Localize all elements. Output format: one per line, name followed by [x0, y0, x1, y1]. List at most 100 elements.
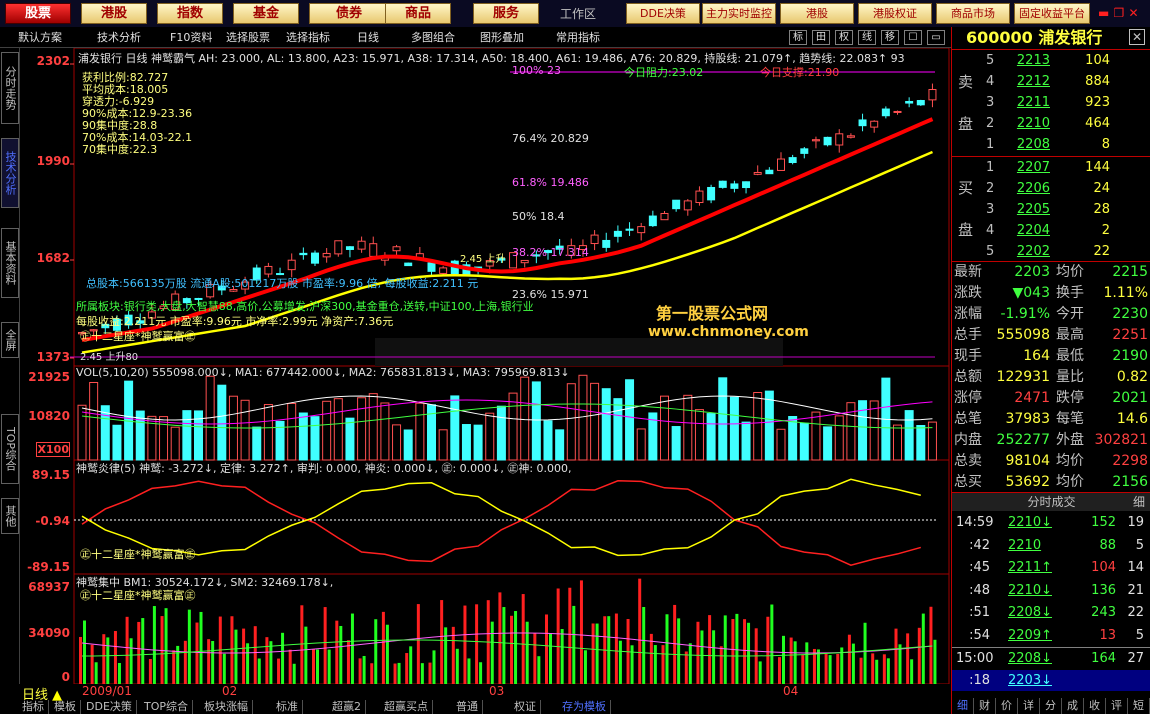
btab-warrant[interactable]: 权证	[510, 700, 541, 714]
tick-row[interactable]: :18 2203↓	[952, 669, 1150, 691]
buy-row[interactable]: 3 2205 28	[952, 199, 1150, 220]
btab-template[interactable]: 模板	[50, 700, 81, 714]
tick-row[interactable]: :54 2209↑ 13 5	[952, 625, 1150, 646]
conc-green-bar	[339, 625, 343, 684]
right-tab-5[interactable]: 成	[1062, 698, 1084, 714]
sell-row[interactable]: 2 2210 464	[952, 113, 1150, 134]
mark-icon[interactable]: 标	[789, 30, 807, 45]
conc-green-bar	[653, 645, 657, 684]
stat-label-2: 外盘	[1056, 432, 1084, 448]
select-stock-menu[interactable]: 选择股票	[226, 29, 270, 46]
stat-value: 555098	[996, 327, 1050, 343]
conc-green-bar	[712, 630, 716, 684]
window-controls[interactable]: ▬ ❐ ✕	[1098, 6, 1139, 20]
tick-row[interactable]: :42 2210 88 5	[952, 535, 1150, 556]
right-tab-3[interactable]: 详	[1018, 698, 1040, 714]
tab-hk-stock[interactable]: 港股	[81, 3, 147, 24]
f10-menu[interactable]: F10资料	[170, 29, 212, 46]
kline-chart-area[interactable]: 浦发银行 日线 神鹫霸气 AH: 23.000, AL: 13.800, A23…	[20, 48, 950, 684]
close-icon[interactable]: ✕	[1129, 29, 1145, 45]
buy-row[interactable]: 4 2204 2	[952, 220, 1150, 241]
volume-bar	[706, 413, 716, 461]
tab-fund[interactable]: 基金	[233, 3, 299, 24]
stat-value-2: 2230	[1112, 306, 1148, 322]
sell-row[interactable]: 1 2208 8	[952, 134, 1150, 155]
right-tab-8[interactable]: 短	[1128, 698, 1150, 714]
hk-warrant-button[interactable]: 港股权证	[858, 3, 932, 24]
tick-row[interactable]: :45 2211↑ 104 14	[952, 557, 1150, 578]
right-tab-7[interactable]: 评	[1106, 698, 1128, 714]
tab-top-overview[interactable]: TOP综合	[1, 414, 19, 484]
btab-chaoying-buy[interactable]: 超赢买点	[380, 700, 433, 714]
tab-index[interactable]: 指数	[157, 3, 223, 24]
tab-others[interactable]: 其他	[1, 498, 19, 534]
buy-row[interactable]: 1 2207 144	[952, 157, 1150, 178]
rights-icon[interactable]: 权	[835, 30, 853, 45]
tech-analysis-menu[interactable]: 技术分析	[97, 29, 141, 46]
panel-icon[interactable]: ▭	[927, 30, 945, 45]
sell-row[interactable]: 5 2213 104	[952, 50, 1150, 71]
price: 2211	[1016, 95, 1050, 110]
buy-row[interactable]: 5 2202 22	[952, 241, 1150, 262]
right-tab-4[interactable]: 分	[1040, 698, 1062, 714]
candle-up	[287, 259, 296, 271]
tab-intraday[interactable]: 分时走势	[1, 52, 19, 124]
tick-row[interactable]: :51 2208↓ 243 22	[952, 602, 1150, 623]
window-icon[interactable]: ☐	[904, 30, 922, 45]
line-icon[interactable]: 线	[858, 30, 876, 45]
ticks-detail-button[interactable]: 细	[1133, 493, 1145, 511]
volume-bar	[333, 398, 343, 461]
tick-row[interactable]: 15:00 2208↓ 164 27	[952, 647, 1150, 668]
volume-bar	[77, 404, 87, 461]
hk-stock-button[interactable]: 港股	[780, 3, 854, 24]
tab-stock[interactable]: 股票	[5, 3, 71, 24]
sell-row[interactable]: 3 2211 923	[952, 92, 1150, 113]
osc-yellow-line	[81, 478, 921, 557]
tick-volume: 136	[1091, 582, 1116, 598]
btab-normal[interactable]: 普通	[452, 700, 483, 714]
top-navigation-bar: 股票 港股 指数 基金 债券 商品 服务 工作区 DDE决策 主力实时监控 港股…	[0, 0, 1150, 27]
commodity-market-button[interactable]: 商品市场	[936, 3, 1010, 24]
right-tab-2[interactable]: 价	[996, 698, 1018, 714]
multi-chart-menu[interactable]: 多图组合	[411, 29, 455, 46]
grid-icon[interactable]: 田	[812, 30, 830, 45]
tab-fullscreen[interactable]: 全屏	[1, 322, 19, 358]
btab-chaoying2[interactable]: 超赢2	[328, 700, 366, 714]
btab-indicator[interactable]: 指标	[18, 700, 49, 714]
right-tab-1[interactable]: 财	[974, 698, 996, 714]
osc-tagline: ㊣十二星座*神鹫赢富㊣	[80, 548, 196, 561]
tab-commodity[interactable]: 商品	[385, 3, 451, 24]
workspace-menu[interactable]: 工作区	[560, 5, 596, 22]
tab-bond[interactable]: 债券	[309, 3, 389, 24]
fib-76: 76.4% 20.829	[512, 132, 589, 145]
buy-row[interactable]: 2 2206 24	[952, 178, 1150, 199]
default-scheme-menu[interactable]: 默认方案	[18, 29, 62, 46]
tab-service[interactable]: 服务	[473, 3, 539, 24]
tick-row[interactable]: 14:59 2210↓ 152 19	[952, 512, 1150, 533]
right-tab-0[interactable]: 细	[952, 698, 974, 714]
overlay-menu[interactable]: 图形叠加	[480, 29, 524, 46]
move-icon[interactable]: 移	[881, 30, 899, 45]
vol-scale[interactable]: X100	[36, 442, 70, 457]
tab-technical-analysis[interactable]: 技术分析	[1, 138, 19, 208]
select-indicator-menu[interactable]: 选择指标	[286, 29, 330, 46]
main-force-monitor-button[interactable]: 主力实时监控	[702, 3, 776, 24]
btab-dde[interactable]: DDE决策	[82, 700, 137, 714]
daily-period-menu[interactable]: 日线	[357, 29, 379, 46]
btab-top[interactable]: TOP综合	[140, 700, 194, 714]
tab-fundamentals[interactable]: 基本资料	[1, 228, 19, 298]
fixed-income-button[interactable]: 固定收益平台	[1014, 3, 1090, 24]
btab-save-template[interactable]: 存为模板	[558, 700, 611, 714]
conc-green-bar	[374, 619, 378, 684]
btab-standard[interactable]: 标准	[272, 700, 303, 714]
right-tab-6[interactable]: 收	[1084, 698, 1106, 714]
tick-row[interactable]: :48 2210↓ 136 21	[952, 580, 1150, 601]
conc-green-bar	[851, 643, 855, 684]
conc-red-bar	[917, 627, 921, 684]
dde-decision-button[interactable]: DDE决策	[626, 3, 700, 24]
conc-green-bar	[921, 613, 925, 684]
candle-down	[625, 228, 634, 231]
btab-sector-rise[interactable]: 板块涨幅	[200, 700, 253, 714]
common-indicator-menu[interactable]: 常用指标	[556, 29, 600, 46]
sell-row[interactable]: 4 2212 884	[952, 71, 1150, 92]
